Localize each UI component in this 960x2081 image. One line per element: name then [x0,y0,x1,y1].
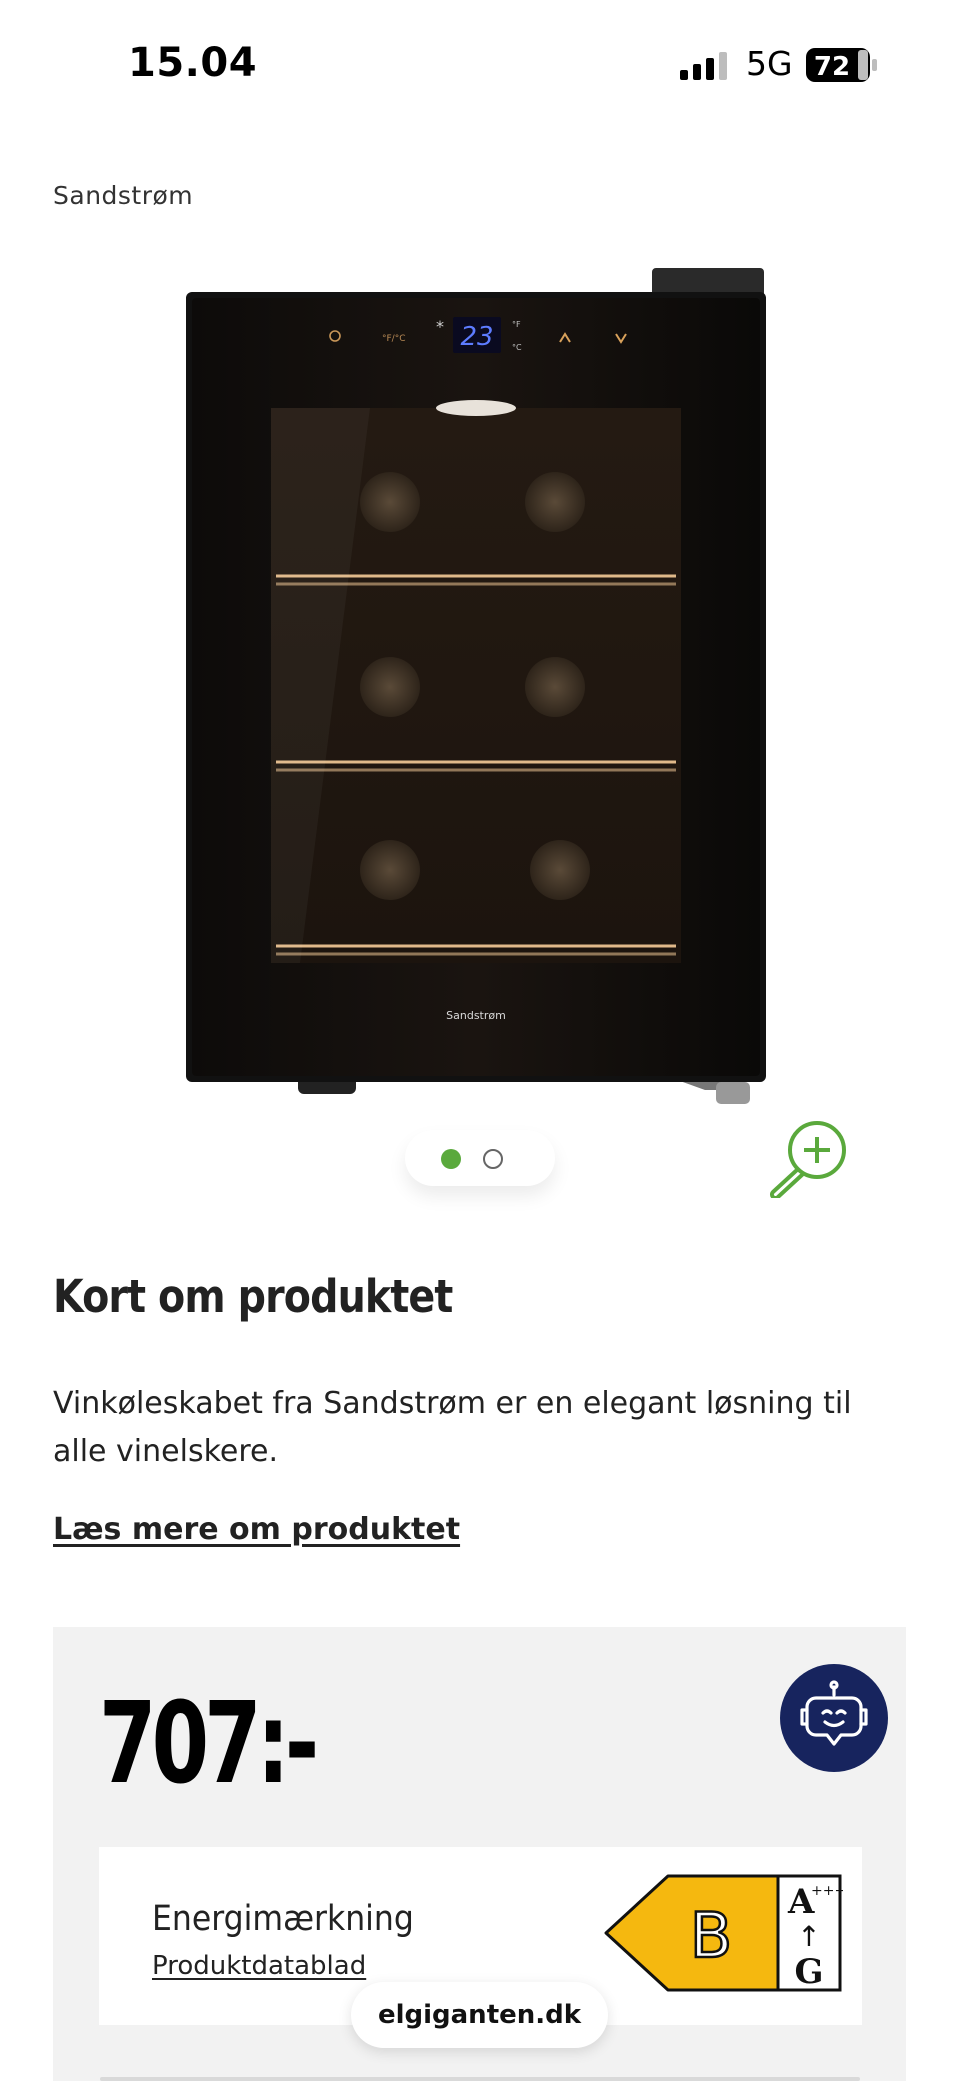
energy-scale-top-plus: +++ [811,1883,843,1899]
energy-class-letter: B [690,1899,733,1972]
image-carousel-dots [405,1130,555,1186]
energy-label-title: Energimærkning [152,1899,414,1939]
bottom-divider [100,2077,860,2081]
product-datasheet-link[interactable]: Produktdatablad [152,1951,366,1981]
carousel-dot-2[interactable] [483,1149,503,1169]
robot-icon [800,1680,868,1746]
door-logo-text: Sandstrøm [446,1009,506,1022]
svg-text:*: * [436,317,444,336]
battery-icon: 72 [806,48,877,82]
svg-text:°F/°C: °F/°C [382,334,406,344]
display-temperature: 23 [460,322,493,352]
svg-text:°C: °C [512,343,522,352]
chat-assistant-button[interactable] [780,1664,888,1772]
product-price: 707:- [99,1679,319,1809]
zoom-in-icon[interactable] [765,1118,853,1198]
carousel-dot-1[interactable] [441,1149,461,1169]
product-brand: Sandstrøm [53,181,194,210]
read-more-link[interactable]: Læs mere om produktet [53,1512,460,1547]
battery-level: 72 [814,52,850,82]
status-time: 15.04 [128,40,258,86]
energy-scale-bottom: G [794,1952,823,1992]
svg-text:°F: °F [512,320,521,329]
section-title: Kort om produktet [53,1270,453,1323]
product-image[interactable]: °F/°C * 23 °F °C Sandstrøm [150,250,790,1130]
network-type: 5G [746,44,793,83]
energy-scale-arrow: ↑ [797,1920,820,1953]
status-bar: 15.04 5G 72 [0,0,960,130]
cellular-signal-icon [680,52,727,80]
browser-url-bar[interactable]: elgiganten.dk [351,1982,608,2048]
product-description: Vinkøleskabet fra Sandstrøm er en elegan… [53,1386,852,1469]
energy-class-badge[interactable]: B A +++ ↑ G [603,1873,843,1993]
